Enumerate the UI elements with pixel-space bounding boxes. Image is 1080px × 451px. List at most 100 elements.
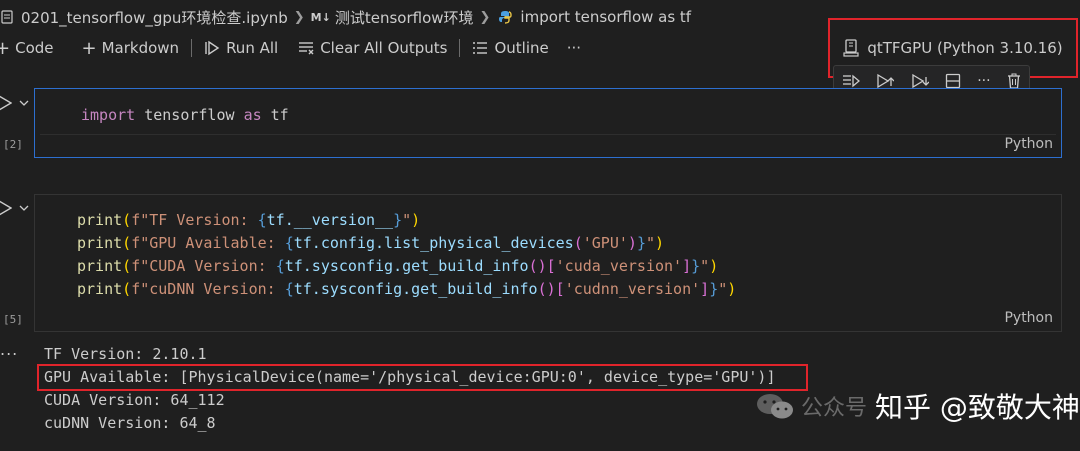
- output-line: TF Version: 2.10.1: [44, 345, 207, 363]
- code-string: ": [402, 211, 412, 229]
- output-line: CUDA Version: 64_112: [44, 391, 225, 409]
- code-editor[interactable]: import tensorflow as tf: [40, 98, 1056, 135]
- code-string: f"cuDNN Version:: [131, 280, 285, 298]
- more-actions-button[interactable]: ···: [561, 39, 587, 57]
- outline-button[interactable]: Outline: [466, 39, 554, 57]
- chevron-down-icon: [19, 100, 29, 106]
- kernel-label: qtTFGPU (Python 3.10.16): [867, 39, 1063, 57]
- chevron-right-icon: ❯: [293, 9, 305, 25]
- code-string: 'GPU': [582, 234, 628, 252]
- code-paren: (: [122, 234, 132, 252]
- code-function: print: [77, 280, 123, 298]
- code-paren: ): [727, 280, 737, 298]
- code-string: f"TF Version:: [131, 211, 258, 229]
- breadcrumb-cell-label: import tensorflow as tf: [520, 8, 692, 26]
- code-line: print(f"TF Version: {tf.__version__}"): [77, 210, 420, 230]
- code-expression: tf.sysconfig.get_build_info: [293, 280, 538, 298]
- code-keyword: import: [81, 106, 136, 124]
- cell-language-label[interactable]: Python: [1004, 136, 1053, 152]
- code-paren: (): [537, 280, 556, 298]
- code-paren: ): [709, 257, 719, 275]
- run-above-icon[interactable]: [876, 73, 895, 89]
- code-brace: {: [275, 257, 285, 275]
- execution-count: [2]: [3, 138, 23, 151]
- code-bracket: ]: [682, 257, 692, 275]
- code-cell[interactable]: print(f"TF Version: {tf.__version__}") p…: [34, 194, 1062, 332]
- execution-count: [5]: [3, 313, 23, 326]
- code-cell[interactable]: import tensorflow as tf Python: [34, 88, 1062, 158]
- gpu-highlight-box: [37, 364, 808, 391]
- breadcrumb-cell[interactable]: import tensorflow as tf: [496, 8, 691, 26]
- code-paren: (: [122, 257, 132, 275]
- kernel-server-icon: [843, 39, 859, 57]
- code-function: print: [77, 211, 123, 229]
- breadcrumb-section-label: 测试tensorflow环境: [334, 8, 474, 27]
- add-markdown-label: Markdown: [101, 39, 180, 57]
- code-line: print(f"cuDNN Version: {tf.sysconfig.get…: [77, 279, 736, 299]
- code-string: 'cudnn_version': [564, 280, 701, 298]
- add-code-button[interactable]: + Code: [0, 38, 60, 59]
- code-string: 'cuda_version': [555, 257, 683, 275]
- code-expression: tf.config.list_physical_devices: [293, 234, 574, 252]
- chevron-right-icon: ❯: [479, 9, 491, 25]
- code-paren: (: [122, 211, 132, 229]
- output-more-icon[interactable]: ...: [0, 340, 18, 359]
- breadcrumb-file[interactable]: 0201_tensorflow_gpu环境检查.ipynb: [0, 7, 288, 28]
- trash-icon[interactable]: [1007, 73, 1021, 89]
- outline-list-icon: [473, 42, 488, 54]
- add-markdown-button[interactable]: + Markdown: [76, 38, 186, 59]
- wechat-icon: [757, 394, 793, 419]
- add-code-label: Code: [15, 39, 54, 57]
- breadcrumb-section[interactable]: M↓ 测试tensorflow环境: [311, 7, 474, 28]
- watermark-text: 知乎 @致敬大神: [875, 391, 1080, 424]
- run-all-button[interactable]: Run All: [198, 39, 284, 57]
- run-cell-button[interactable]: [0, 95, 30, 111]
- run-cell-button[interactable]: [0, 200, 30, 216]
- code-bracket: [: [555, 280, 565, 298]
- code-function: print: [77, 257, 123, 275]
- code-brace: }: [709, 280, 719, 298]
- code-string: f"GPU Available:: [131, 234, 285, 252]
- toolbar-divider: [191, 39, 193, 57]
- code-line: import tensorflow as tf: [81, 105, 289, 125]
- code-string: f"CUDA Version:: [131, 257, 276, 275]
- python-icon: [498, 10, 513, 24]
- clear-all-icon: [299, 42, 314, 55]
- code-line: print(f"CUDA Version: {tf.sysconfig.get_…: [77, 256, 718, 276]
- code-brace: {: [257, 211, 267, 229]
- play-icon: [0, 200, 12, 216]
- code-brace: }: [691, 257, 701, 275]
- run-all-icon: [205, 40, 220, 56]
- code-expression: tf.sysconfig.get_build_info: [284, 257, 529, 275]
- code-bracket: ]: [700, 280, 710, 298]
- execute-above-icon[interactable]: [842, 73, 861, 89]
- breadcrumb-file-label: 0201_tensorflow_gpu环境检查.ipynb: [21, 8, 288, 27]
- clear-outputs-label: Clear All Outputs: [320, 39, 448, 57]
- cell-more-button[interactable]: ···: [977, 73, 990, 89]
- code-paren: ): [655, 234, 665, 252]
- split-cell-icon[interactable]: [945, 73, 961, 89]
- code-string: ": [700, 257, 710, 275]
- code-module: tensorflow: [144, 106, 235, 124]
- watermark-faint-text: 公众号: [801, 396, 868, 421]
- code-brace: }: [393, 211, 403, 229]
- code-expression: tf.__version__: [266, 211, 394, 229]
- code-line: print(f"GPU Available: {tf.config.list_p…: [77, 233, 664, 253]
- code-alias: tf: [270, 106, 289, 124]
- plus-icon: +: [81, 37, 97, 59]
- code-keyword: as: [243, 106, 262, 124]
- toolbar-divider: [459, 39, 461, 57]
- markdown-icon: M↓: [310, 10, 331, 24]
- code-brace: }: [636, 234, 646, 252]
- plus-icon: +: [0, 37, 11, 59]
- cell-language-label[interactable]: Python: [1004, 310, 1053, 326]
- code-paren: (: [573, 234, 583, 252]
- code-paren: ): [411, 211, 421, 229]
- code-bracket: [: [546, 257, 556, 275]
- clear-outputs-button[interactable]: Clear All Outputs: [292, 39, 453, 57]
- run-all-label: Run All: [226, 39, 279, 57]
- code-brace: {: [284, 234, 294, 252]
- code-string: ": [718, 280, 728, 298]
- watermark: 公众号 知乎 @致敬大神: [755, 386, 1080, 426]
- run-below-icon[interactable]: [911, 73, 929, 89]
